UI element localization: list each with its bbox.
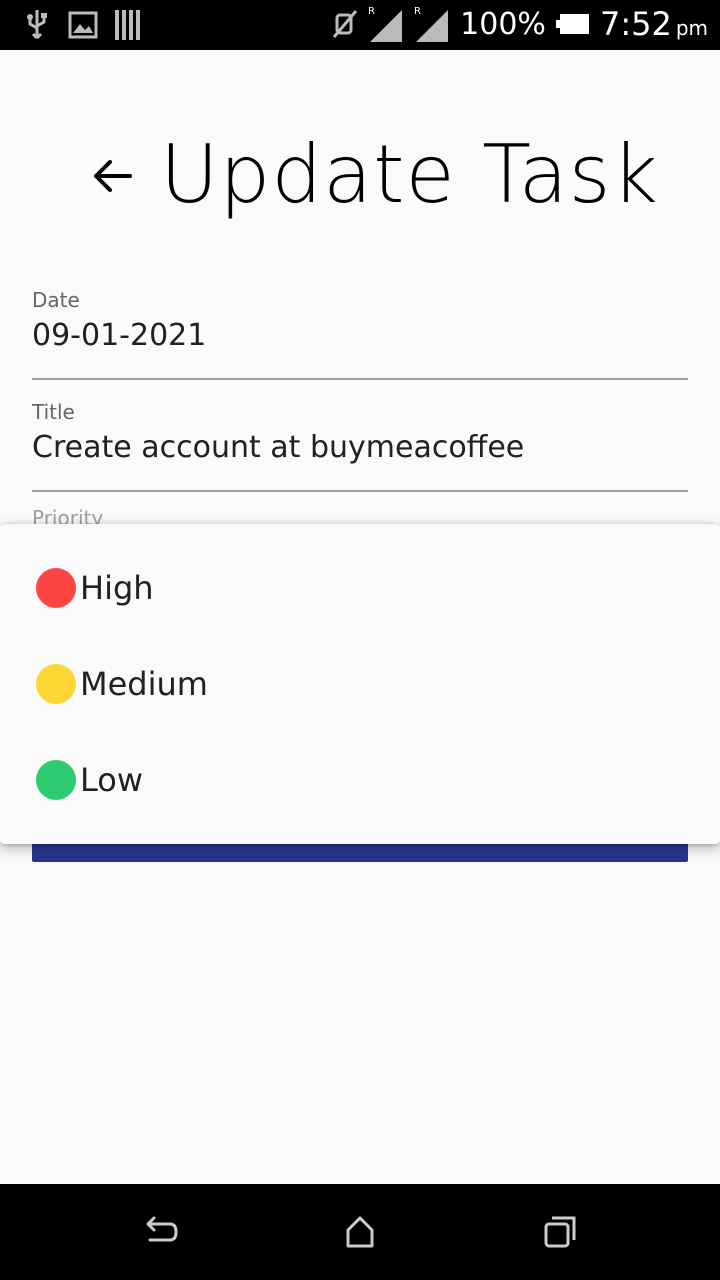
- priority-option-label: Medium: [80, 665, 208, 703]
- priority-option-label: Low: [80, 761, 144, 799]
- priority-dropdown-menu: High Medium Low: [0, 524, 720, 844]
- priority-option-high[interactable]: High: [0, 540, 720, 636]
- title-label: Title: [32, 400, 75, 424]
- priority-option-label: High: [80, 569, 154, 607]
- title-field[interactable]: Title Create account at buymeacoffee: [32, 400, 688, 492]
- date-label: Date: [32, 288, 80, 312]
- high-priority-dot-icon: [36, 568, 76, 608]
- medium-priority-dot-icon: [36, 664, 76, 704]
- clock-time: 7:52: [599, 5, 672, 43]
- barcode-icon: [115, 10, 140, 40]
- date-field[interactable]: Date 09-01-2021: [32, 288, 688, 380]
- battery-icon: [555, 14, 589, 34]
- priority-option-low[interactable]: Low: [0, 732, 720, 828]
- status-bar: R R 100% 7:52 pm: [0, 0, 720, 50]
- recents-icon[interactable]: [540, 1212, 580, 1252]
- signal-r-icon: R: [414, 6, 449, 42]
- svg-text:R: R: [368, 6, 375, 17]
- header: Update Task: [0, 120, 720, 230]
- navigation-bar: [0, 1184, 720, 1280]
- svg-text:R: R: [414, 6, 421, 17]
- battery-percent: 100%: [460, 6, 546, 42]
- page-title: Update Task: [160, 128, 659, 221]
- signal-r-icon: R: [368, 6, 403, 42]
- low-priority-dot-icon: [36, 760, 76, 800]
- home-icon[interactable]: [340, 1212, 380, 1252]
- clock: 7:52 pm: [600, 5, 708, 43]
- arrow-left-icon[interactable]: [88, 152, 136, 200]
- usb-icon: [27, 10, 47, 40]
- image-icon: [68, 11, 98, 39]
- title-value[interactable]: Create account at buymeacoffee: [32, 430, 688, 465]
- clock-ampm: pm: [675, 16, 708, 40]
- back-icon[interactable]: [140, 1212, 180, 1252]
- priority-option-medium[interactable]: Medium: [0, 636, 720, 732]
- mute-icon: [333, 10, 358, 38]
- date-value[interactable]: 09-01-2021: [32, 318, 688, 353]
